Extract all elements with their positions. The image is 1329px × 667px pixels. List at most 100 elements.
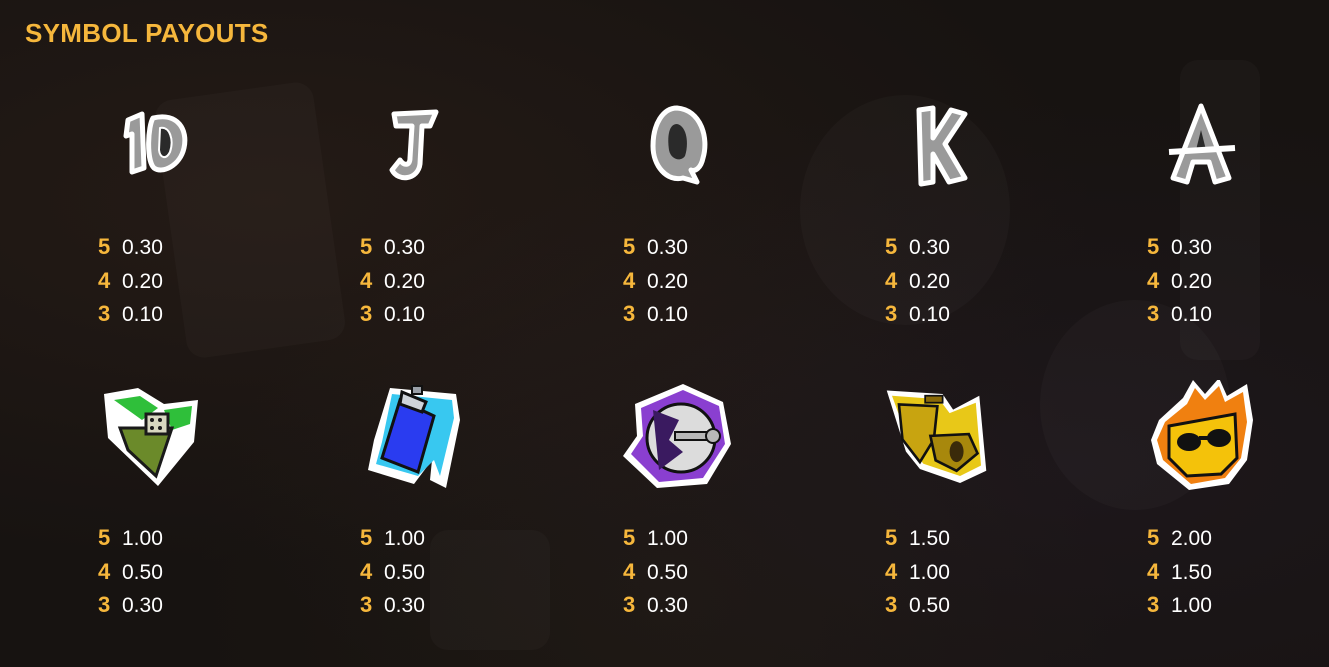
symbol-count: 3 — [360, 301, 373, 326]
payout-value: 1.00 — [647, 527, 688, 550]
payout-value: 1.00 — [122, 527, 163, 550]
symbol-count: 5 — [360, 234, 373, 259]
payout-value: 0.20 — [909, 269, 950, 293]
skateboard-icon — [623, 380, 733, 490]
symbol-count: 3 — [623, 301, 636, 326]
symbol-count: 4 — [1147, 558, 1160, 584]
payout-value: 0.50 — [909, 594, 950, 617]
symbol-count: 5 — [98, 234, 111, 259]
symbol-count: 3 — [360, 592, 373, 617]
payout-value: 0.50 — [384, 560, 425, 584]
symbol-count: 4 — [885, 558, 898, 584]
payout-row: 4 0.50 — [98, 555, 278, 589]
payout-value: 1.00 — [384, 527, 425, 550]
payout-value: 0.10 — [1171, 303, 1212, 326]
payout-grid: 5 0.30 4 0.20 3 0.10 5 0.30 4 0.20 3 0.10 5 0.3… — [0, 0, 1329, 667]
symbol-count: 3 — [885, 592, 898, 617]
payout-row: 3 0.10 — [623, 297, 803, 331]
payout-row: 5 2.00 — [1147, 521, 1327, 555]
symbol-count: 3 — [885, 301, 898, 326]
graffiti-j-icon — [360, 90, 470, 200]
payout-row: 3 0.30 — [360, 588, 540, 622]
payout-row: 3 0.10 — [1147, 297, 1327, 331]
payout-value: 0.30 — [1171, 236, 1212, 259]
payout-row: 5 0.30 — [360, 230, 540, 264]
payout-value: 0.30 — [122, 594, 163, 617]
lighter-icon — [98, 380, 208, 490]
payout-row: 5 1.00 — [623, 521, 803, 555]
payout-row: 3 0.10 — [360, 297, 540, 331]
graffiti-a-icon — [1147, 90, 1257, 200]
payout-row: 3 0.30 — [98, 588, 278, 622]
symbol-count: 3 — [1147, 301, 1160, 326]
payout-row: 4 0.20 — [623, 264, 803, 298]
payout-row: 3 1.00 — [1147, 588, 1327, 622]
payout-row: 3 0.50 — [885, 588, 1065, 622]
graffiti-q-icon — [623, 90, 733, 200]
payout-row: 4 0.20 — [360, 264, 540, 298]
payout-value: 0.30 — [384, 236, 425, 259]
payout-row: 5 1.50 — [885, 521, 1065, 555]
payout-value: 0.20 — [384, 269, 425, 293]
payout-value: 1.50 — [909, 527, 950, 550]
payout-value: 0.30 — [384, 594, 425, 617]
payout-row: 5 0.30 — [623, 230, 803, 264]
symbol-count: 5 — [360, 525, 373, 550]
symbol-count: 4 — [98, 267, 111, 293]
boombox-icon — [885, 380, 995, 490]
payout-value: 0.20 — [122, 269, 163, 293]
payout-row: 4 0.20 — [885, 264, 1065, 298]
symbol-count: 5 — [885, 525, 898, 550]
payout-value: 1.00 — [909, 560, 950, 584]
payout-value: 0.10 — [647, 303, 688, 326]
payout-row: 5 0.30 — [885, 230, 1065, 264]
symbol-count: 4 — [98, 558, 111, 584]
symbol-count: 5 — [623, 525, 636, 550]
payout-value: 1.00 — [1171, 594, 1212, 617]
payout-value: 0.50 — [122, 560, 163, 584]
symbol-count: 3 — [623, 592, 636, 617]
payout-row: 3 0.30 — [623, 588, 803, 622]
symbol-count: 4 — [360, 558, 373, 584]
payout-value: 0.20 — [647, 269, 688, 293]
payout-value: 0.30 — [647, 594, 688, 617]
payout-row: 5 1.00 — [360, 521, 540, 555]
payout-value: 0.10 — [384, 303, 425, 326]
symbol-count: 3 — [1147, 592, 1160, 617]
flaming-skull-icon — [1147, 380, 1257, 490]
payout-row: 5 0.30 — [1147, 230, 1327, 264]
payout-row: 4 1.00 — [885, 555, 1065, 589]
symbol-count: 4 — [623, 558, 636, 584]
payout-value: 0.50 — [647, 560, 688, 584]
spray-can-icon — [360, 380, 470, 490]
symbol-count: 5 — [885, 234, 898, 259]
payout-row: 5 0.30 — [98, 230, 278, 264]
symbol-count: 3 — [98, 592, 111, 617]
symbol-count: 4 — [623, 267, 636, 293]
symbol-count: 3 — [98, 301, 111, 326]
payout-value: 0.10 — [909, 303, 950, 326]
payout-row: 4 0.50 — [623, 555, 803, 589]
payout-value: 0.20 — [1171, 269, 1212, 293]
symbol-count: 5 — [623, 234, 636, 259]
payout-row: 3 0.10 — [885, 297, 1065, 331]
payout-value: 0.30 — [909, 236, 950, 259]
payout-row: 3 0.10 — [98, 297, 278, 331]
symbol-count: 5 — [1147, 234, 1160, 259]
payout-row: 5 1.00 — [98, 521, 278, 555]
symbol-count: 4 — [1147, 267, 1160, 293]
payout-row: 4 0.20 — [1147, 264, 1327, 298]
graffiti-10-icon — [98, 90, 208, 200]
payout-value: 0.30 — [647, 236, 688, 259]
payout-value: 0.30 — [122, 236, 163, 259]
payout-row: 4 0.50 — [360, 555, 540, 589]
symbol-count: 4 — [360, 267, 373, 293]
payout-value: 2.00 — [1171, 527, 1212, 550]
symbol-count: 5 — [98, 525, 111, 550]
symbol-count: 5 — [1147, 525, 1160, 550]
payout-value: 1.50 — [1171, 560, 1212, 584]
graffiti-k-icon — [885, 90, 995, 200]
symbol-count: 4 — [885, 267, 898, 293]
payout-value: 0.10 — [122, 303, 163, 326]
payout-row: 4 1.50 — [1147, 555, 1327, 589]
